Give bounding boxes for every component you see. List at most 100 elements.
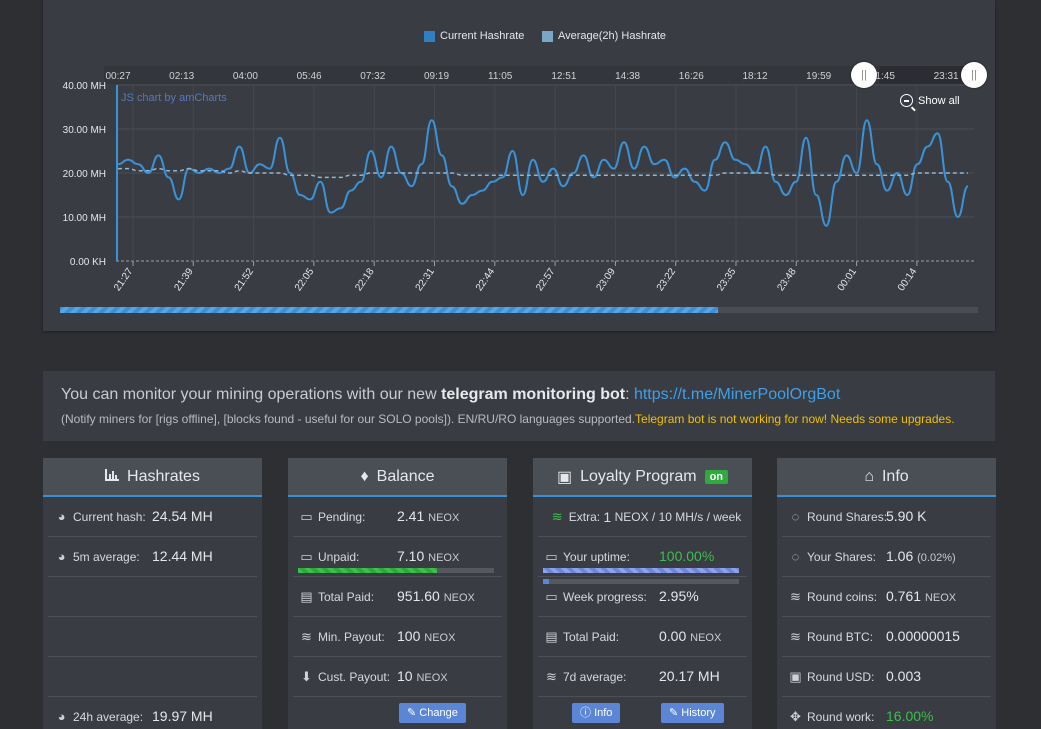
loyalty-row-week: ▭ Week progress: 2.95%	[538, 577, 747, 617]
loyalty-extra-value: 1	[603, 508, 612, 525]
notice-details: (Notify miners for [rigs offline], [bloc…	[61, 412, 636, 426]
balance-title: Balance	[376, 467, 435, 485]
speedometer-icon: ◕	[57, 509, 66, 524]
info-icon: ⓘ	[580, 707, 591, 719]
balance-label: Pending:	[318, 509, 366, 524]
notice-line-2: (Notify miners for [rigs offline], [bloc…	[61, 412, 955, 426]
info-row-round-coins: ≋ Round coins: 0.761 NEOX	[782, 577, 991, 617]
info-label: Your Shares:	[807, 549, 876, 564]
info-row-your-shares: ◌ Your Shares: 1.06 (0.02%)	[782, 537, 991, 577]
info-row-round-btc: ≋ Round BTC: 0.00000015	[782, 617, 991, 657]
info-value: 0.003	[886, 668, 922, 684]
bottom-scrollbar-stripes	[60, 307, 718, 313]
y-tick-label: 40.00 MH	[63, 81, 106, 92]
notice-warning: Telegram bot is not working for now! Nee…	[635, 412, 955, 426]
hashrate-chart-panel: Current Hashrate Average(2h) Hashrate 00…	[43, 0, 995, 331]
y-tick-label: 20.00 MH	[63, 169, 106, 180]
x-tick-label: 22:05	[293, 266, 317, 293]
hash-row-empty	[48, 617, 257, 657]
scrollbar-tick-label: 00:27	[105, 71, 130, 82]
x-tick-label: 23:22	[655, 266, 679, 293]
x-tick-label: 23:48	[775, 266, 799, 293]
scrollbar-tick-label: 04:00	[233, 71, 258, 82]
show-all-button[interactable]: Show all	[900, 94, 960, 107]
info-header: ⌂ Info	[777, 458, 996, 497]
coins-icon: ≋	[301, 628, 312, 644]
balance-row-pending: ▭ Pending: 2.41 NEOX	[293, 497, 502, 537]
unpaid-progress-fill	[298, 568, 438, 573]
x-tick-label: 22:44	[474, 266, 498, 293]
info-value: 1.06	[886, 548, 914, 564]
info-button-label: Info	[594, 707, 613, 719]
info-sub: (0.02%)	[917, 552, 956, 564]
bar-chart-icon	[105, 468, 120, 486]
change-payout-button[interactable]: ✎ Change	[399, 703, 466, 723]
balance-row-cust-payout: ⬇ Cust. Payout: 10 NEOX	[293, 657, 502, 697]
balance-value: 100	[397, 628, 421, 644]
inbox-icon: ⌂	[864, 467, 874, 485]
scrollbar-tick-label: 05:46	[297, 71, 322, 82]
info-value: 0.00000015	[886, 628, 960, 644]
loyalty-unit: NEOX	[690, 632, 722, 644]
week-progress-fill	[543, 579, 549, 584]
y-tick-label: 0.00 KH	[70, 257, 106, 268]
x-tick-label: 00:01	[836, 266, 860, 293]
balance-value-group: 951.60 NEOX	[397, 588, 475, 604]
scrollbar-right-handle[interactable]: ||	[961, 62, 987, 88]
scrollbar-tick-label: 16:26	[679, 71, 704, 82]
loyalty-value: 20.17 MH	[659, 668, 720, 684]
info-label: Round BTC:	[807, 629, 874, 644]
coins-icon: ≋	[551, 508, 563, 524]
loyalty-value: 0.00	[659, 628, 687, 644]
info-value: 16.00%	[886, 708, 934, 724]
money-icon: ▤	[300, 588, 313, 604]
telegram-bot-link[interactable]: https://t.me/MinerPoolOrgBot	[634, 386, 840, 403]
hashrates-header: Hashrates	[43, 458, 262, 497]
amcharts-watermark[interactable]: JS chart by amCharts	[121, 92, 227, 104]
unpaid-progress-bar	[298, 568, 494, 573]
telegram-notice: You can monitor your mining operations w…	[43, 371, 995, 441]
balance-row-min-payout: ≋ Min. Payout: 100 NEOX	[293, 617, 502, 657]
scrollbar-left-handle[interactable]: ||	[851, 62, 877, 88]
balance-unit: NEOX	[443, 592, 475, 604]
info-value-group: 1.06 (0.02%)	[886, 548, 956, 564]
loyalty-row-total-paid: ▤ Total Paid: 0.00 NEOX	[538, 617, 747, 657]
hashrates-title: Hashrates	[127, 467, 200, 485]
notice-line-1: You can monitor your mining operations w…	[61, 386, 840, 404]
battery-icon: ▭	[300, 508, 313, 524]
hash-value: 12.44 MH	[152, 548, 213, 564]
info-label: Round work:	[807, 709, 875, 724]
balance-value: 10	[397, 668, 413, 684]
loyalty-label: Week progress:	[563, 589, 647, 604]
x-tick-label: 23:35	[715, 266, 739, 293]
scrollbar-tick-label: 12:51	[551, 71, 576, 82]
uptime-progress-bar	[543, 568, 739, 573]
loyalty-info-button[interactable]: ⓘ Info	[572, 703, 621, 723]
hashrates-card: Hashrates ◕ Current hash: 24.54 MH ◕ 5m …	[43, 458, 262, 729]
loyalty-label: Total Paid:	[563, 629, 620, 644]
balance-label: Total Paid:	[318, 589, 375, 604]
hash-label: Current hash:	[73, 509, 146, 524]
balance-unit: NEOX	[428, 512, 460, 524]
change-button-label: Change	[419, 707, 458, 719]
loyalty-history-button[interactable]: ✎ History	[661, 703, 724, 723]
money-icon: ▤	[545, 628, 558, 644]
balance-value: 7.10	[397, 548, 425, 564]
x-tick-label: 00:14	[896, 266, 920, 293]
speedometer-icon: ◕	[57, 709, 66, 724]
loyalty-value: 2.95%	[659, 588, 699, 604]
x-tick-label: 22:18	[353, 266, 377, 293]
info-unit: NEOX	[924, 592, 957, 604]
edit-icon: ✎	[407, 707, 417, 719]
money-bill-icon: ▣	[556, 468, 573, 486]
scrollbar-tick-label: 02:13	[169, 71, 194, 82]
zoom-out-icon	[900, 94, 913, 107]
loyalty-card: ▣ Loyalty Program on ≋ Extra: 1 NEOX / 1…	[533, 458, 752, 729]
balance-value-group: 100 NEOX	[397, 628, 455, 644]
y-tick-label: 10.00 MH	[63, 213, 106, 224]
balance-value: 2.41	[397, 508, 425, 524]
loyalty-title: Loyalty Program	[580, 467, 697, 485]
scrollbar-tick-label: 09:19	[424, 71, 449, 82]
spinner-icon: ◌	[791, 549, 800, 564]
diamond-icon: ♦	[360, 467, 369, 485]
